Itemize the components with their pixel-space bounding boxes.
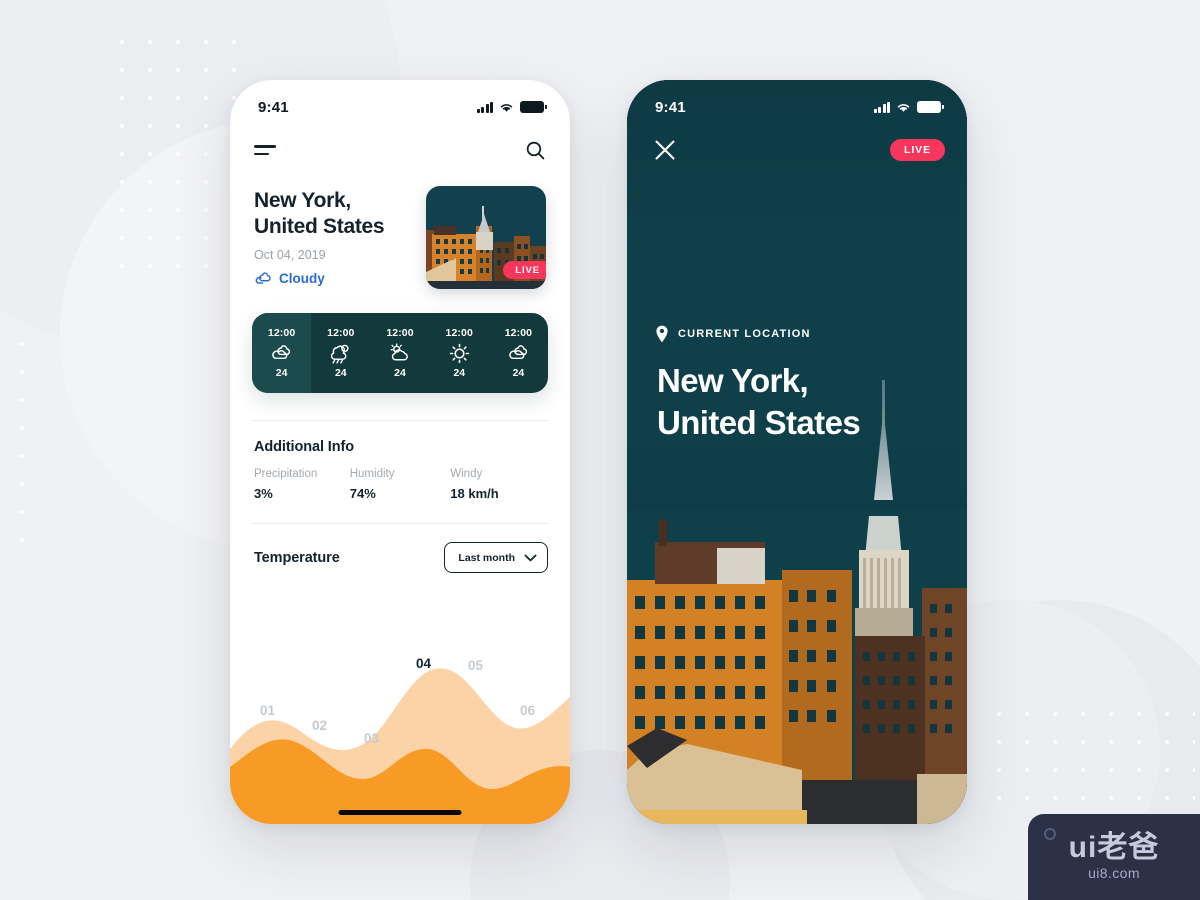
metric-label: Precipitation — [254, 468, 318, 480]
search-icon[interactable] — [525, 140, 546, 161]
title-line-2: United States — [657, 404, 861, 442]
status-time: 9:41 — [655, 98, 686, 116]
metric-label: Windy — [450, 468, 483, 480]
metric-value: 18 km/h — [450, 486, 499, 501]
chart-axis-labels: 01 02 03 04 05 06 — [260, 656, 536, 746]
hourly-temp: 24 — [512, 367, 525, 379]
hourly-time: 12:00 — [386, 327, 414, 339]
chart-x-label: 06 — [520, 703, 536, 718]
metric-label: Humidity — [349, 468, 395, 480]
chart-x-label: 05 — [468, 658, 484, 673]
hourly-temp: 24 — [275, 367, 288, 379]
sun-cloud-icon — [388, 342, 413, 364]
chart-x-label: 03 — [364, 731, 380, 746]
hourly-item[interactable]: 12:00 24 — [252, 313, 312, 393]
temperature-header: Temperature Last month — [230, 524, 570, 573]
city-name-line-1: New York, — [254, 189, 351, 212]
home-indicator — [338, 810, 462, 815]
dot-pattern — [8, 330, 48, 560]
live-badge[interactable]: LIVE — [503, 260, 546, 279]
watermark-site: ui8.com — [1088, 865, 1140, 881]
time-range-value: Last month — [458, 551, 515, 564]
metric-value: 3% — [254, 486, 273, 501]
hourly-temp: 24 — [453, 367, 466, 379]
city-name-line-2: United States — [254, 215, 385, 239]
phone-screen-live-location: 9:41 LIVE CURRENT LOCATION New York, Uni… — [627, 80, 967, 824]
metric-precipitation: Precipitation 3% — [254, 468, 350, 501]
hamburger-menu-icon[interactable] — [254, 144, 278, 156]
rain-cloud-icon — [328, 342, 353, 364]
page-title: New York, United States — [254, 188, 385, 241]
metric-value: 74% — [349, 486, 376, 501]
live-badge[interactable]: LIVE — [890, 139, 945, 161]
time-range-dropdown[interactable]: Last month — [444, 542, 548, 573]
city-photo-thumbnail[interactable]: LIVE — [426, 186, 546, 289]
map-pin-icon — [656, 325, 668, 343]
hourly-item[interactable]: 12:00 24 — [430, 313, 489, 393]
live-screen-header: LIVE — [627, 124, 967, 170]
watermark-logo: ui老爸 — [1068, 831, 1160, 864]
status-time: 9:41 — [258, 98, 289, 116]
cellular-signal-icon — [477, 101, 493, 113]
hourly-forecast-card: 12:00 24 12:00 24 12:00 24 12:00 24 12:0… — [252, 313, 548, 393]
metric-humidity: Humidity 74% — [350, 468, 451, 501]
battery-icon — [917, 101, 944, 113]
wifi-icon — [500, 103, 513, 112]
hourly-item[interactable]: 12:00 24 — [489, 313, 548, 393]
hourly-temp: 24 — [394, 367, 406, 379]
cloudy-icon — [269, 342, 294, 364]
circle-icon — [1044, 828, 1056, 840]
phone-screen-weather-detail: 9:41 New York, United States Oct 04, 201… — [230, 80, 570, 824]
current-location-label: CURRENT LOCATION — [678, 328, 811, 340]
status-bar: 9:41 — [230, 80, 570, 124]
wifi-icon — [897, 103, 910, 112]
status-bar: 9:41 — [627, 80, 967, 124]
metric-windy: Windy 18 km/h — [450, 468, 546, 501]
ui8-watermark: ui老爸 ui8.com — [1028, 814, 1200, 900]
additional-info-metrics: Precipitation 3% Humidity 74% Windy 18 k… — [230, 455, 570, 501]
city-summary: New York, United States Oct 04, 2019 Clo… — [230, 168, 570, 289]
chart-x-label-active: 04 — [416, 656, 432, 671]
chart-x-label: 02 — [312, 718, 327, 733]
decorative-background — [0, 0, 1200, 900]
cellular-signal-icon — [874, 101, 890, 113]
cloud-icon — [255, 271, 271, 284]
chevron-down-icon — [524, 554, 537, 561]
sun-icon — [448, 342, 471, 364]
hourly-item[interactable]: 12:00 24 — [311, 313, 370, 393]
app-header — [230, 124, 570, 168]
page-title: New York, United States — [657, 360, 861, 444]
additional-info-title: Additional Info — [254, 439, 354, 455]
chart-x-label: 01 — [260, 703, 276, 718]
temperature-chart: 01 02 03 04 05 06 — [230, 639, 570, 824]
hourly-time: 12:00 — [327, 327, 355, 339]
hourly-temp: 24 — [334, 367, 347, 379]
city-date: Oct 04, 2019 — [254, 247, 326, 262]
title-line-1: New York, — [657, 362, 809, 399]
condition-row: Cloudy — [254, 271, 384, 286]
hourly-time: 12:00 — [504, 327, 533, 339]
battery-icon — [520, 101, 547, 113]
condition-label: Cloudy — [279, 270, 325, 286]
temperature-title: Temperature — [254, 549, 340, 566]
close-icon[interactable] — [653, 138, 677, 162]
hourly-item[interactable]: 12:00 24 — [370, 313, 429, 393]
cloudy-icon — [506, 342, 531, 364]
dot-pattern — [985, 700, 1195, 820]
hourly-time: 12:00 — [267, 327, 296, 339]
current-location-row: CURRENT LOCATION — [655, 325, 811, 343]
hourly-time: 12:00 — [445, 327, 473, 339]
